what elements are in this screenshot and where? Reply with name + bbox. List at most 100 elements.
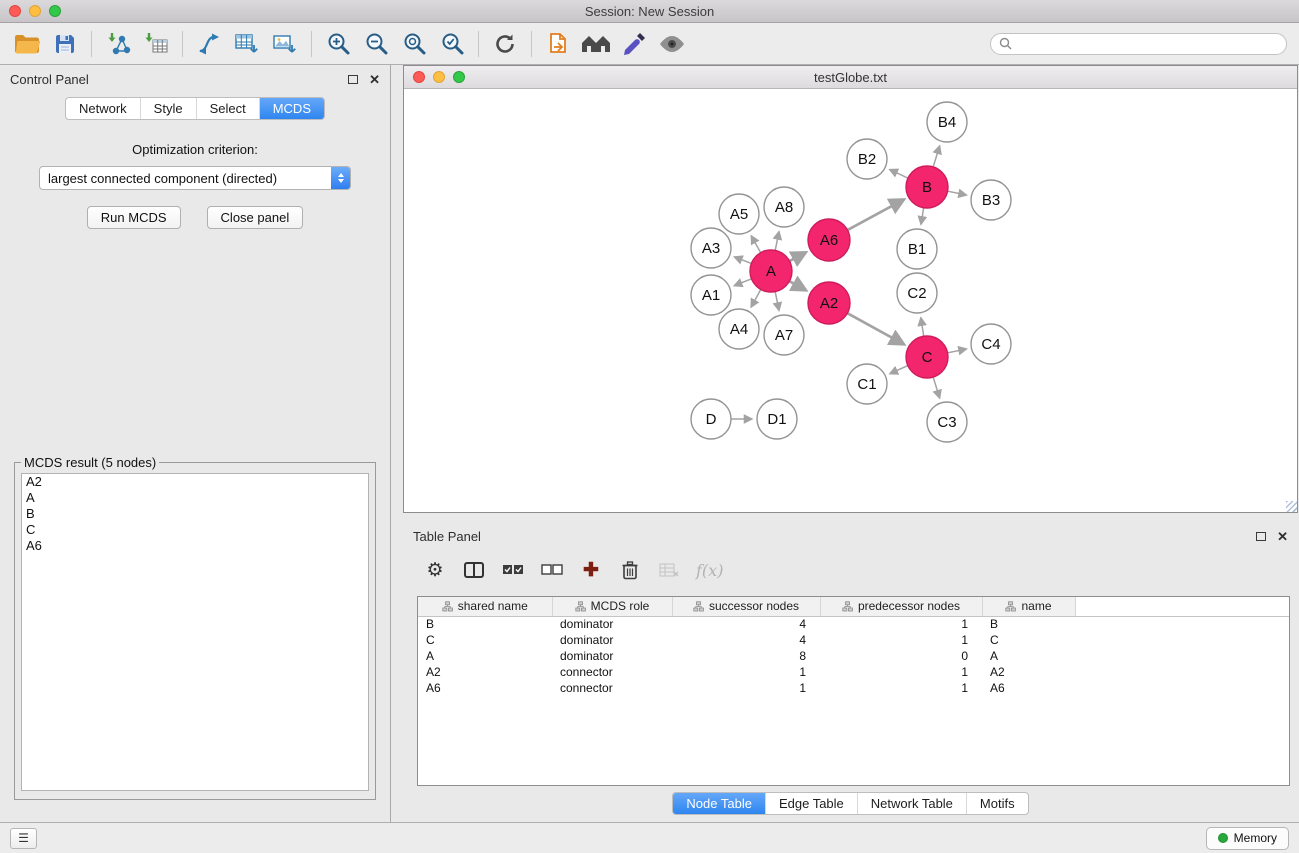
tab-select[interactable]: Select: [196, 98, 259, 119]
tab-style[interactable]: Style: [140, 98, 196, 119]
table-cell[interactable]: A2: [982, 664, 1075, 680]
graph-edge-A6-B[interactable]: [847, 199, 904, 230]
table-cell[interactable]: 4: [672, 632, 820, 648]
graph-edge-A-A5[interactable]: [751, 236, 760, 253]
graph-node-B[interactable]: B: [906, 166, 948, 208]
table-row[interactable]: Cdominator41C: [418, 632, 1289, 648]
network-graph[interactable]: B4B2BB3A5A8A6B1A3AC2A1A2A4A7C4CC1C3DD1: [404, 89, 1297, 512]
graph-edge-A-A1[interactable]: [734, 279, 751, 286]
mcds-result-item[interactable]: A6: [22, 538, 368, 554]
import-network-from-file-button[interactable]: [99, 27, 137, 61]
graph-node-B2[interactable]: B2: [847, 139, 887, 179]
toggle-visibility-button[interactable]: [653, 27, 691, 61]
export-image-button[interactable]: [266, 27, 304, 61]
export-table-button[interactable]: [228, 27, 266, 61]
show-columns-button[interactable]: [462, 557, 486, 583]
refresh-button[interactable]: [486, 27, 524, 61]
open-session-button[interactable]: [8, 27, 46, 61]
mcds-result-item[interactable]: A2: [22, 474, 368, 490]
minimize-window-button[interactable]: [29, 5, 41, 17]
table-cell[interactable]: dominator: [552, 632, 672, 648]
graph-node-B3[interactable]: B3: [971, 180, 1011, 220]
table-cell[interactable]: A: [418, 648, 552, 664]
graph-node-A5[interactable]: A5: [719, 194, 759, 234]
column-header-shared-name[interactable]: shared name: [418, 597, 552, 616]
table-cell[interactable]: dominator: [552, 648, 672, 664]
mcds-result-item[interactable]: C: [22, 522, 368, 538]
add-column-button[interactable]: ✚: [579, 557, 603, 583]
optimization-criterion-select[interactable]: largest connected component (directed): [39, 166, 351, 190]
table-row[interactable]: A6connector11A6: [418, 680, 1289, 696]
graph-node-A3[interactable]: A3: [691, 228, 731, 268]
table-cell[interactable]: 1: [672, 680, 820, 696]
graph-node-D1[interactable]: D1: [757, 399, 797, 439]
import-table-from-file-button[interactable]: [137, 27, 175, 61]
table-cell[interactable]: A6: [418, 680, 552, 696]
run-mcds-button[interactable]: Run MCDS: [87, 206, 181, 229]
graph-edge-B-B4[interactable]: [933, 146, 939, 167]
network-canvas[interactable]: B4B2BB3A5A8A6B1A3AC2A1A2A4A7C4CC1C3DD1: [404, 89, 1297, 512]
zoom-fit-button[interactable]: [395, 27, 433, 61]
delete-column-button[interactable]: [618, 557, 642, 583]
select-all-button[interactable]: [501, 557, 525, 583]
table-cell[interactable]: connector: [552, 664, 672, 680]
graph-node-B1[interactable]: B1: [897, 229, 937, 269]
table-row[interactable]: A2connector11A2: [418, 664, 1289, 680]
tab-edge-table[interactable]: Edge Table: [765, 793, 857, 814]
graph-edge-C-C4[interactable]: [948, 349, 967, 353]
graph-node-A1[interactable]: A1: [691, 275, 731, 315]
table-cell[interactable]: B: [982, 616, 1075, 632]
mcds-result-list[interactable]: A2ABCA6: [21, 473, 369, 791]
graph-node-C2[interactable]: C2: [897, 273, 937, 313]
save-session-button[interactable]: [46, 27, 84, 61]
zoom-in-button[interactable]: [319, 27, 357, 61]
float-table-panel-icon[interactable]: [1256, 532, 1266, 541]
column-header-name[interactable]: name: [982, 597, 1075, 616]
graph-node-A4[interactable]: A4: [719, 309, 759, 349]
table-cell[interactable]: 4: [672, 616, 820, 632]
graph-edge-A2-C[interactable]: [847, 313, 904, 344]
document-export-button[interactable]: [539, 27, 577, 61]
graph-node-C4[interactable]: C4: [971, 324, 1011, 364]
column-header-predecessor-nodes[interactable]: predecessor nodes: [820, 597, 982, 616]
graph-edge-B-B3[interactable]: [948, 191, 967, 195]
graph-edge-A-A8[interactable]: [775, 231, 779, 250]
table-cell[interactable]: 1: [820, 664, 982, 680]
table-row[interactable]: Bdominator41B: [418, 616, 1289, 632]
network-zoom-button[interactable]: [453, 71, 465, 83]
tab-motifs[interactable]: Motifs: [966, 793, 1028, 814]
table-settings-button[interactable]: ⚙: [423, 557, 447, 583]
tab-network[interactable]: Network: [66, 98, 140, 119]
graph-edge-A-A3[interactable]: [734, 257, 751, 264]
mcds-result-item[interactable]: B: [22, 506, 368, 522]
close-panel-icon[interactable]: ✕: [369, 73, 380, 86]
graph-node-A[interactable]: A: [750, 250, 792, 292]
network-minimize-button[interactable]: [433, 71, 445, 83]
graph-node-A8[interactable]: A8: [764, 187, 804, 227]
float-panel-icon[interactable]: [348, 75, 358, 84]
tab-mcds[interactable]: MCDS: [259, 98, 324, 119]
home-button[interactable]: [577, 27, 615, 61]
table-cell[interactable]: dominator: [552, 616, 672, 632]
network-close-button[interactable]: [413, 71, 425, 83]
close-table-panel-icon[interactable]: ✕: [1277, 530, 1288, 543]
zoom-window-button[interactable]: [49, 5, 61, 17]
graph-node-A2[interactable]: A2: [808, 282, 850, 324]
graph-edge-C-C3[interactable]: [933, 377, 939, 398]
graph-edge-C-C1[interactable]: [890, 366, 908, 374]
column-header-mcds-role[interactable]: MCDS role: [552, 597, 672, 616]
table-row[interactable]: Adominator80A: [418, 648, 1289, 664]
table-cell[interactable]: 8: [672, 648, 820, 664]
zoom-out-button[interactable]: [357, 27, 395, 61]
close-window-button[interactable]: [9, 5, 21, 17]
memory-button[interactable]: Memory: [1206, 827, 1289, 850]
table-cell[interactable]: A2: [418, 664, 552, 680]
mcds-result-item[interactable]: A: [22, 490, 368, 506]
table-cell[interactable]: C: [982, 632, 1075, 648]
graph-node-C3[interactable]: C3: [927, 402, 967, 442]
graph-node-C[interactable]: C: [906, 336, 948, 378]
annotation-button[interactable]: [615, 27, 653, 61]
graph-edge-A-A4[interactable]: [751, 289, 761, 307]
column-header-successor-nodes[interactable]: successor nodes: [672, 597, 820, 616]
table-cell[interactable]: 1: [820, 616, 982, 632]
